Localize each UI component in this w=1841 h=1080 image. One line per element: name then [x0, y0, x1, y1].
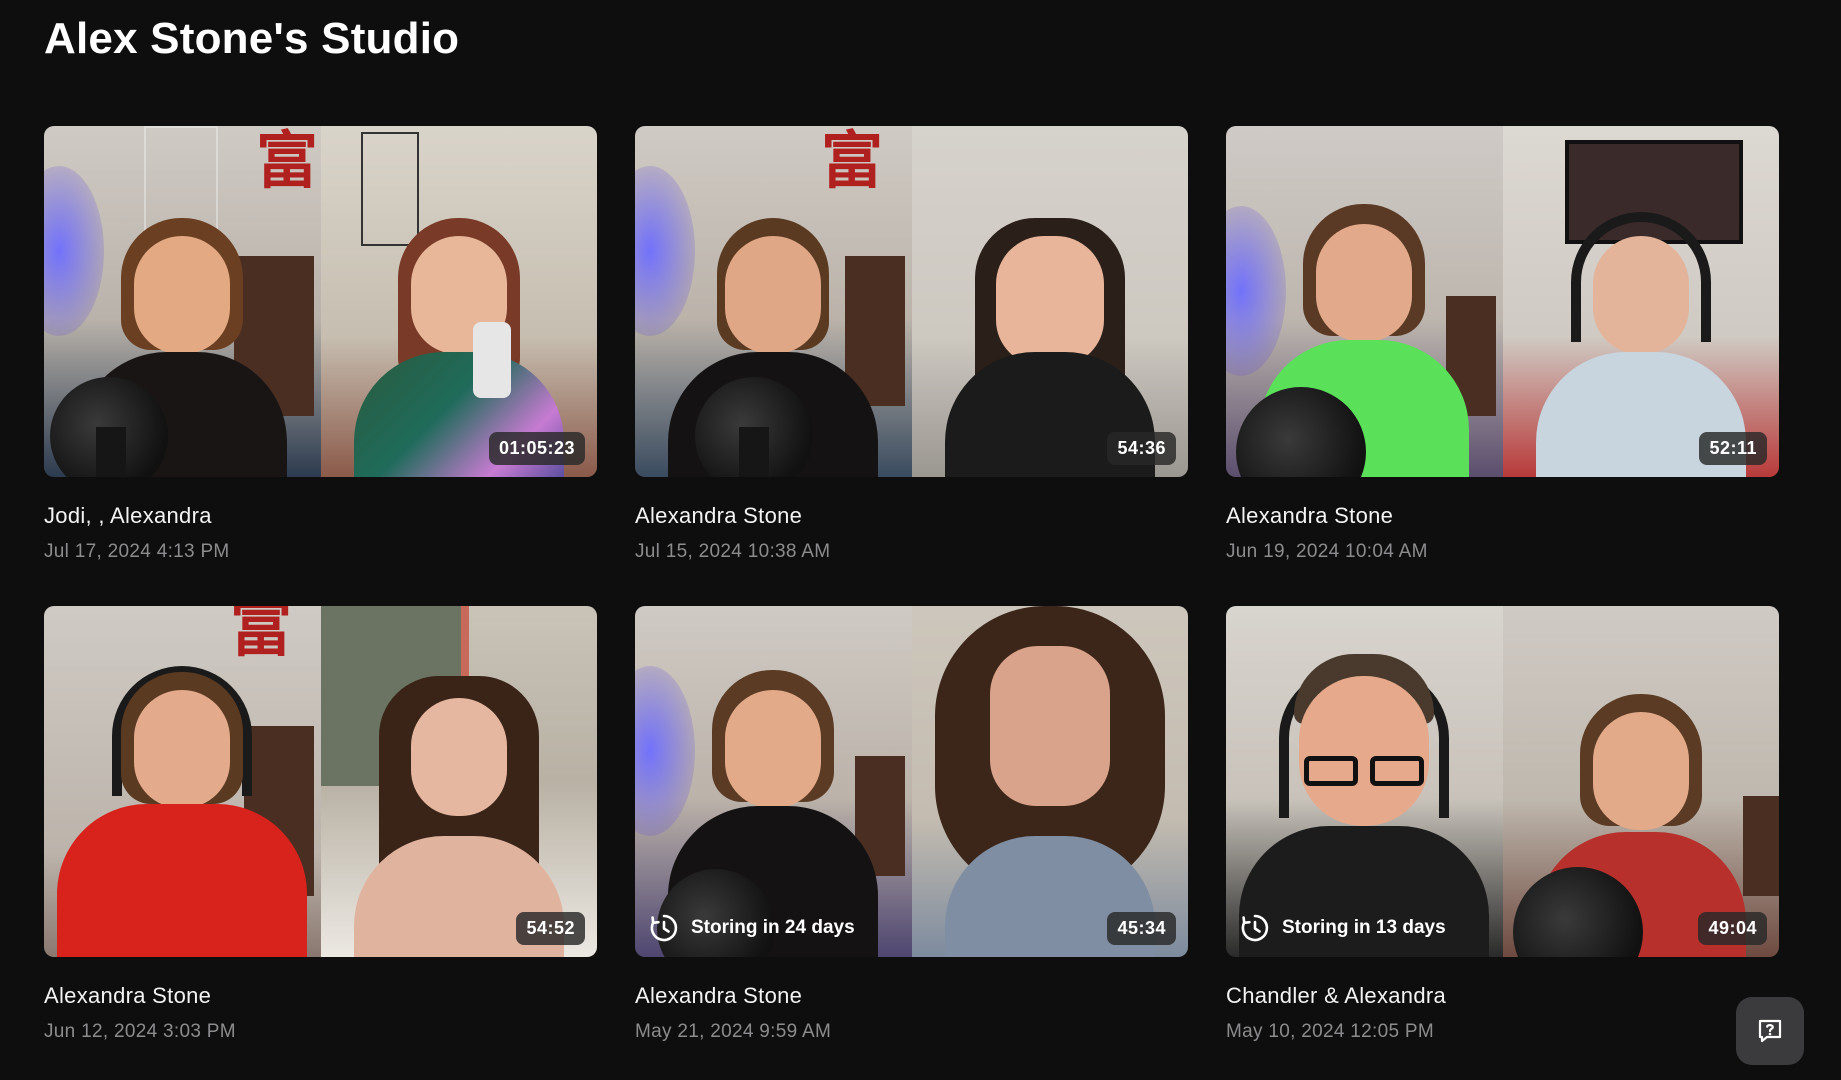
recording-thumbnail[interactable]: 52:11: [1226, 126, 1779, 477]
storing-label: Storing in 13 days: [1282, 917, 1446, 938]
recording-date: Jul 17, 2024 4:13 PM: [44, 541, 230, 562]
recording-title[interactable]: Chandler & Alexandra: [1226, 983, 1779, 1013]
duration-badge: 54:52: [516, 912, 585, 945]
recording-card[interactable]: Storing in 24 days 45:34 Alexandra Stone…: [635, 606, 1188, 1080]
participant-video-right: [320, 606, 597, 957]
participant-video-left: 富: [44, 606, 321, 957]
recording-thumbnail[interactable]: Storing in 24 days 45:34: [635, 606, 1188, 957]
storing-status: Storing in 13 days: [1240, 913, 1446, 943]
recording-title[interactable]: Alexandra Stone: [635, 503, 1188, 533]
help-button[interactable]: [1736, 997, 1804, 1065]
participant-video-left: [1226, 606, 1503, 957]
participant-video-right: [911, 126, 1188, 477]
recording-card[interactable]: 52:11 Alexandra Stone Jun 19, 2024 10:04…: [1226, 126, 1779, 606]
duration-badge: 52:11: [1699, 432, 1767, 465]
recording-date: Jun 12, 2024 3:03 PM: [44, 1021, 236, 1042]
storing-label: Storing in 24 days: [691, 917, 855, 938]
recording-title[interactable]: Alexandra Stone: [44, 983, 597, 1013]
duration-badge: 54:36: [1107, 432, 1176, 465]
recording-date: May 21, 2024 9:59 AM: [635, 1021, 832, 1042]
recording-title[interactable]: Alexandra Stone: [635, 983, 1188, 1013]
participant-video-left: 富: [44, 126, 321, 477]
studio-page: Alex Stone's Studio 富 01:05:23 Jodi, , A…: [0, 0, 1841, 1080]
recording-card[interactable]: 富 54:52 Alexandra Stone Jun 12, 2024 3:0…: [44, 606, 597, 1080]
recording-date: Jun 19, 2024 10:04 AM: [1226, 541, 1428, 562]
participant-video-left: 富: [635, 126, 912, 477]
duration-badge: 49:04: [1698, 912, 1767, 945]
participant-video-right: [1502, 606, 1779, 957]
recording-title[interactable]: Jodi, , Alexandra: [44, 503, 597, 533]
clock-icon: [650, 914, 678, 942]
recording-title[interactable]: Alexandra Stone: [1226, 503, 1779, 533]
recording-thumbnail[interactable]: 富 54:36: [635, 126, 1188, 477]
participant-video-right: [1502, 126, 1779, 477]
participant-video-left: [635, 606, 912, 957]
recording-date: Jul 15, 2024 10:38 AM: [635, 541, 831, 562]
help-chat-icon: [1758, 1019, 1782, 1043]
recording-card[interactable]: 富 54:36 Alexandra Stone Jul 15, 2024 10:…: [635, 126, 1188, 606]
storing-status: Storing in 24 days: [649, 913, 855, 943]
recording-thumbnail[interactable]: 富 01:05:23: [44, 126, 597, 477]
recordings-grid: 富 01:05:23 Jodi, , Alexandra Jul 17, 202…: [44, 126, 1780, 1080]
participant-video-left: [1226, 126, 1503, 477]
recording-thumbnail[interactable]: 富 54:52: [44, 606, 597, 957]
page-title: Alex Stone's Studio: [44, 14, 460, 63]
recording-thumbnail[interactable]: Storing in 13 days 49:04: [1226, 606, 1779, 957]
recording-date: May 10, 2024 12:05 PM: [1226, 1021, 1435, 1042]
participant-video-right: [320, 126, 597, 477]
recording-card[interactable]: 富 01:05:23 Jodi, , Alexandra Jul 17, 202…: [44, 126, 597, 606]
participant-video-right: [911, 606, 1188, 957]
duration-badge: 01:05:23: [488, 432, 585, 465]
clock-icon: [1241, 914, 1269, 942]
duration-badge: 45:34: [1107, 912, 1176, 945]
recording-card[interactable]: Storing in 13 days 49:04 Chandler & Alex…: [1226, 606, 1779, 1080]
